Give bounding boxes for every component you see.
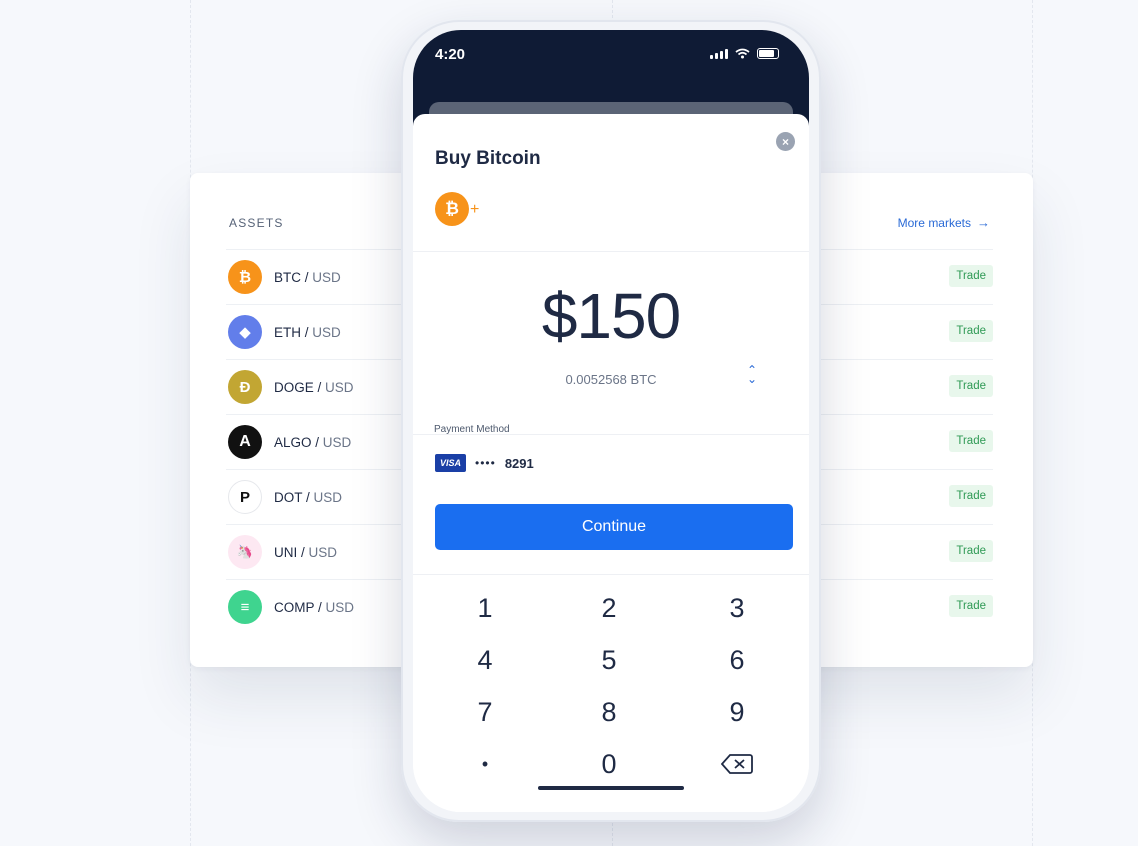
assets-heading: ASSETS bbox=[229, 216, 284, 230]
card-last4: 8291 bbox=[504, 455, 534, 471]
keypad-decimal[interactable]: • bbox=[455, 742, 515, 786]
asset-base: BTC bbox=[274, 269, 301, 285]
keypad-key-0[interactable]: 0 bbox=[579, 742, 639, 786]
bitcoin-icon: ₿ bbox=[435, 192, 469, 226]
wifi-icon bbox=[735, 48, 750, 59]
buy-sheet: × Buy Bitcoin ₿ + $150 0.0052568 BTC ⌃ ⌄ … bbox=[413, 114, 809, 812]
status-time: 4:20 bbox=[435, 46, 466, 63]
trade-button[interactable]: Trade bbox=[949, 265, 993, 287]
asset-pair: ALGO / USD bbox=[274, 435, 351, 450]
pair-separator: / bbox=[302, 489, 314, 505]
asset-quote: USD bbox=[325, 599, 355, 615]
bitcoin-add-icon: ₿ + bbox=[435, 192, 479, 226]
pair-separator: / bbox=[301, 324, 313, 340]
payment-method-selector[interactable]: VISA •••• 8291 bbox=[435, 454, 534, 472]
trade-button[interactable]: Trade bbox=[949, 375, 993, 397]
compound-icon: ≡ bbox=[228, 590, 262, 624]
pair-separator: / bbox=[297, 544, 309, 560]
amount-display: $150 bbox=[541, 280, 681, 352]
keypad-key-3[interactable]: 3 bbox=[707, 586, 767, 630]
backspace-icon[interactable] bbox=[707, 742, 767, 786]
visa-icon: VISA bbox=[435, 454, 467, 472]
keypad-key-1[interactable]: 1 bbox=[455, 586, 515, 630]
asset-pair: BTC / USD bbox=[274, 270, 341, 285]
keypad-key-7[interactable]: 7 bbox=[455, 690, 515, 734]
pair-separator: / bbox=[311, 434, 323, 450]
keypad-key-9[interactable]: 9 bbox=[707, 690, 767, 734]
dogecoin-icon: Ð bbox=[228, 370, 262, 404]
card-mask: •••• bbox=[475, 456, 496, 470]
more-markets-link[interactable]: More markets → bbox=[898, 215, 990, 230]
asset-pair: UNI / USD bbox=[274, 545, 337, 560]
uniswap-icon: 🦄 bbox=[228, 535, 262, 569]
pair-separator: / bbox=[301, 269, 313, 285]
trade-button[interactable]: Trade bbox=[949, 485, 993, 507]
home-indicator bbox=[538, 786, 684, 790]
trade-button[interactable]: Trade bbox=[949, 430, 993, 452]
keypad-key-2[interactable]: 2 bbox=[579, 586, 639, 630]
trade-button[interactable]: Trade bbox=[949, 595, 993, 617]
more-markets-label: More markets bbox=[897, 215, 971, 230]
arrow-right-icon: → bbox=[977, 215, 990, 230]
asset-pair: ETH / USD bbox=[274, 325, 341, 340]
bitcoin-icon: ₿ bbox=[228, 260, 262, 294]
asset-pair: DOGE / USD bbox=[274, 380, 354, 395]
status-icons bbox=[710, 48, 779, 59]
trade-button[interactable]: Trade bbox=[949, 320, 993, 342]
trade-button[interactable]: Trade bbox=[949, 540, 993, 562]
asset-base: UNI bbox=[274, 544, 298, 560]
asset-base: ETH bbox=[274, 324, 301, 340]
divider bbox=[413, 434, 809, 435]
swap-currency-icon[interactable]: ⌃ ⌄ bbox=[747, 364, 757, 385]
keypad-key-5[interactable]: 5 bbox=[579, 638, 639, 682]
asset-pair: DOT / USD bbox=[274, 490, 342, 505]
sheet-title: Buy Bitcoin bbox=[435, 148, 541, 169]
plus-icon: + bbox=[470, 201, 480, 218]
asset-base: DOT bbox=[274, 489, 303, 505]
phone-frame: 4:20 × Buy Bitcoin ₿ + $150 0.0052568 BT… bbox=[401, 20, 821, 822]
keypad-key-4[interactable]: 4 bbox=[455, 638, 515, 682]
divider bbox=[413, 574, 809, 575]
close-icon[interactable]: × bbox=[776, 132, 795, 151]
keypad-key-6[interactable]: 6 bbox=[707, 638, 767, 682]
battery-icon bbox=[757, 48, 779, 59]
keypad-key-8[interactable]: 8 bbox=[579, 690, 639, 734]
asset-quote: USD bbox=[313, 489, 343, 505]
asset-quote: USD bbox=[312, 324, 341, 340]
asset-quote: USD bbox=[322, 434, 352, 450]
algorand-icon: A bbox=[228, 425, 262, 459]
pair-separator: / bbox=[314, 599, 326, 615]
phone-screen: 4:20 × Buy Bitcoin ₿ + $150 0.0052568 BT… bbox=[413, 30, 809, 812]
asset-base: DOGE bbox=[274, 379, 314, 395]
signal-icon bbox=[710, 48, 728, 59]
asset-quote: USD bbox=[308, 544, 338, 560]
polkadot-icon: P bbox=[228, 480, 262, 514]
asset-base: ALGO bbox=[274, 434, 312, 450]
pair-separator: / bbox=[313, 379, 326, 395]
ethereum-icon: ◆ bbox=[228, 315, 262, 349]
asset-quote: USD bbox=[325, 379, 354, 395]
divider bbox=[413, 251, 809, 252]
continue-button[interactable]: Continue bbox=[435, 504, 793, 550]
asset-pair: COMP / USD bbox=[274, 600, 354, 615]
asset-quote: USD bbox=[312, 269, 341, 285]
asset-base: COMP bbox=[274, 599, 315, 615]
